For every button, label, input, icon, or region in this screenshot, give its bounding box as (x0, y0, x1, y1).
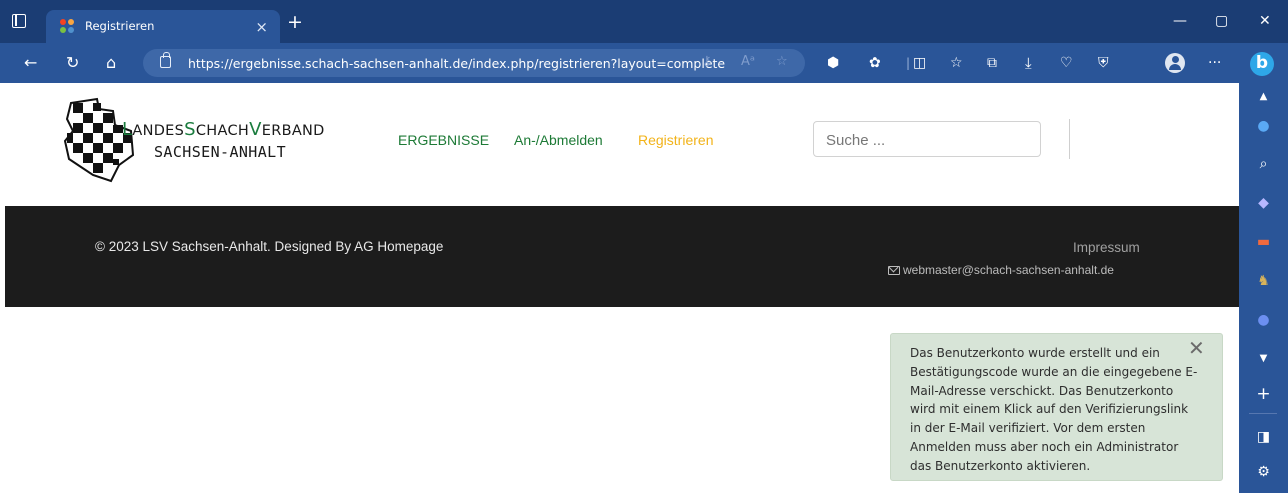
brand-letter-l: L (122, 119, 133, 140)
joomla-favicon-icon (60, 19, 74, 33)
extensions-icon[interactable]: ✿ (869, 53, 881, 73)
lsv-chessboard-logo[interactable] (61, 97, 141, 183)
search-input[interactable]: Suche ... (813, 121, 1041, 157)
search-placeholder: Suche ... (826, 132, 886, 149)
sidebar-shopping-icon[interactable]: ◆ (1239, 194, 1288, 212)
close-window-icon[interactable]: ✕ (1259, 13, 1271, 29)
sidebar-scroll-down-icon[interactable]: ▼ (1239, 350, 1288, 368)
success-alert: Das Benutzerkonto wurde erstellt und ein… (890, 333, 1223, 481)
brand-part-andes: ANDES (132, 123, 185, 139)
page-footer: © 2023 LSV Sachsen-Anhalt. Designed By A… (5, 206, 1239, 307)
browser-tab[interactable]: Registrieren × (46, 10, 280, 43)
sidebar-divider (1249, 413, 1277, 414)
performance-icon[interactable]: ♡ (1060, 53, 1073, 73)
more-menu-icon[interactable]: ··· (1208, 53, 1221, 73)
email-text: webmaster@schach-sachsen-anhalt.de (903, 263, 1114, 277)
copyright-text: © 2023 LSV Sachsen-Anhalt. Designed By A… (95, 239, 444, 254)
favorites-icon[interactable]: ☆ (950, 53, 963, 73)
envelope-icon (888, 266, 900, 275)
address-toolbar: ← ↻ ⌂ https://ergebnisse.schach-sachsen-… (0, 43, 1288, 83)
split-screen-icon[interactable]: ◫ (913, 53, 926, 73)
tab-actions-icon[interactable] (12, 14, 26, 28)
browser-essentials-icon[interactable]: ⛨ (1098, 53, 1109, 73)
refresh-icon[interactable]: ↻ (66, 53, 79, 73)
collections-icon[interactable]: ⧉ (987, 53, 997, 73)
sidebar-games-icon[interactable]: ♞ (1239, 272, 1288, 290)
sidebar-office-icon[interactable]: ● (1239, 311, 1288, 329)
alert-close-icon[interactable]: ✕ (1188, 338, 1205, 358)
maximize-icon[interactable]: ▢ (1215, 13, 1228, 29)
home-icon[interactable]: ⌂ (106, 53, 116, 73)
sidebar-tools-icon[interactable]: ▬ (1239, 233, 1288, 251)
tab-title: Registrieren (85, 19, 155, 33)
sidebar-settings-icon[interactable]: ⚙ (1239, 463, 1288, 481)
sidebar-hide-icon[interactable]: ◨ (1239, 428, 1288, 446)
edge-sidebar: ▲ ● ⌕ ◆ ▬ ♞ ● ▼ + ◨ ⚙ (1239, 83, 1288, 493)
impressum-link[interactable]: Impressum (1073, 240, 1140, 255)
new-tab-icon[interactable]: + (287, 13, 303, 32)
url-text[interactable]: https://ergebnisse.schach-sachsen-anhalt… (188, 56, 725, 71)
sidebar-scroll-up-icon[interactable]: ▲ (1239, 88, 1288, 106)
header-divider (1069, 119, 1070, 159)
minimize-icon[interactable]: — (1173, 13, 1187, 29)
brand-subtitle[interactable]: SACHSEN-ANHALT (154, 143, 286, 161)
favorite-star-icon[interactable]: ☆ (776, 54, 788, 69)
nav-an-abmelden[interactable]: An-/Abmelden (514, 132, 603, 148)
alert-message: Das Benutzerkonto wurde erstellt und ein… (910, 346, 1198, 473)
nav-registrieren[interactable]: Registrieren (638, 132, 713, 148)
extension-shield-icon[interactable]: ⬢ (827, 53, 839, 73)
downloads-icon[interactable]: ⤓ (1025, 53, 1032, 73)
brand-part-chach: CHACH (195, 123, 250, 139)
title-bar: Registrieren × + — ▢ ✕ (0, 0, 1288, 43)
read-aloud-icon[interactable]: Aᵃ (741, 54, 755, 69)
profile-avatar-icon[interactable] (1165, 53, 1185, 73)
brand-letter-v: V (249, 119, 262, 140)
lock-icon[interactable] (160, 52, 171, 68)
sidebar-notification-icon[interactable]: ● (1239, 117, 1288, 135)
brand-letter-s: S (184, 119, 196, 140)
web-page: LANDESSCHACHVERBAND SACHSEN-ANHALT ERGEB… (5, 83, 1239, 493)
brand-part-erband: ERBAND (261, 123, 325, 139)
key-icon[interactable]: ⚷ (702, 54, 712, 69)
tab-close-icon[interactable]: × (255, 18, 268, 36)
nav-ergebnisse[interactable]: ERGEBNISSE (398, 132, 489, 148)
toolbar-divider: | (906, 56, 911, 70)
sidebar-search-icon[interactable]: ⌕ (1239, 155, 1288, 173)
address-bar[interactable]: https://ergebnisse.schach-sachsen-anhalt… (143, 49, 805, 77)
sidebar-add-icon[interactable]: + (1239, 385, 1288, 403)
browser-window: Registrieren × + — ▢ ✕ ← ↻ ⌂ https://erg… (0, 0, 1288, 493)
webmaster-email-link[interactable]: webmaster@schach-sachsen-anhalt.de (888, 263, 1114, 277)
bing-copilot-icon[interactable]: b (1250, 52, 1274, 76)
back-icon[interactable]: ← (24, 53, 37, 73)
brand-name[interactable]: LANDESSCHACHVERBAND (122, 119, 325, 140)
